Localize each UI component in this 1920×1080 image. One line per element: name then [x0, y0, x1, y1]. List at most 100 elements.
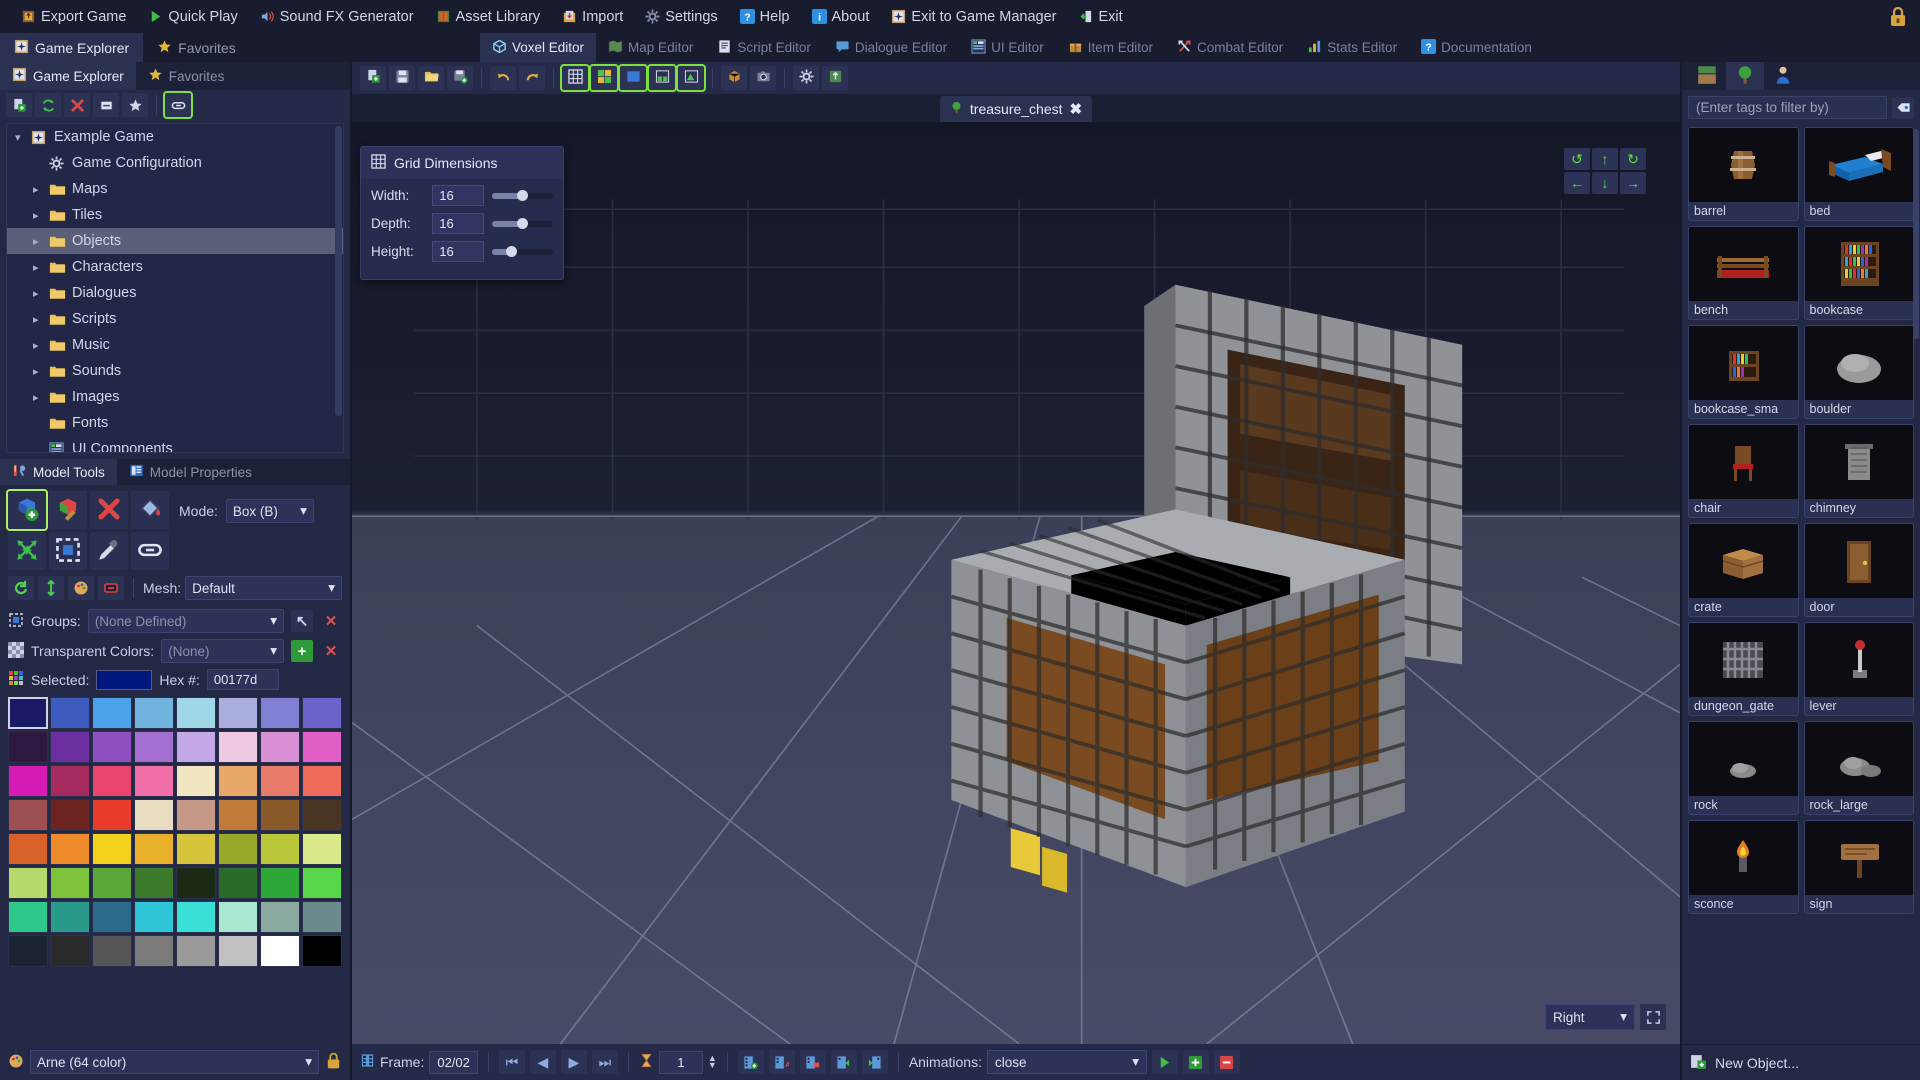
toggle-grid-button[interactable]	[560, 64, 590, 92]
tab-objects[interactable]	[1726, 62, 1764, 90]
asset-card-boulder[interactable]: boulder	[1803, 325, 1914, 419]
asset-scrollbar[interactable]	[1913, 129, 1919, 339]
palette-swatch[interactable]	[50, 833, 90, 865]
asset-card-rock_large[interactable]: rock_large	[1803, 721, 1914, 815]
palette-swatch[interactable]	[176, 731, 216, 763]
grid-dimension-slider[interactable]	[491, 217, 553, 229]
asset-card-barrel[interactable]: barrel	[1688, 127, 1799, 221]
palette-swatch[interactable]	[260, 901, 300, 933]
tab-script-editor[interactable]: Script Editor	[705, 33, 823, 62]
toggle-axis-button[interactable]	[589, 64, 619, 92]
play-animation-button[interactable]	[1151, 1050, 1178, 1074]
remove-button[interactable]	[98, 576, 124, 600]
duplicate-frame-button[interactable]: A	[768, 1050, 795, 1074]
asset-card-dungeon_gate[interactable]: dungeon_gate	[1688, 622, 1799, 716]
palette-swatch[interactable]	[260, 867, 300, 899]
palette-swatch[interactable]	[218, 867, 258, 899]
palette-swatch[interactable]	[302, 935, 342, 967]
game-explorer-tree[interactable]: ▾ Example Game Game Configuration ▸ Maps ▸ Til…	[6, 123, 344, 453]
group-pick-button[interactable]: ↖	[291, 610, 313, 632]
tab-documentation[interactable]: ? Documentation	[1409, 33, 1544, 62]
palette-swatch[interactable]	[92, 901, 132, 933]
open-model-button[interactable]	[418, 66, 444, 90]
add-frame-button[interactable]	[737, 1050, 764, 1074]
palette-swatch[interactable]	[92, 697, 132, 729]
delete-button[interactable]	[64, 93, 90, 117]
reposition-button[interactable]	[38, 576, 64, 600]
tag-icon[interactable]	[1892, 96, 1914, 119]
tree-item-game-configuration[interactable]: Game Configuration	[7, 150, 343, 176]
move-frame-right-button[interactable]	[861, 1050, 888, 1074]
palette-swatch[interactable]	[260, 731, 300, 763]
palette-swatch[interactable]	[176, 867, 216, 899]
asset-card-sign[interactable]: sign	[1803, 820, 1914, 914]
asset-card-rock[interactable]: rock	[1688, 721, 1799, 815]
collapse-button[interactable]	[93, 93, 119, 117]
paint-voxel-tool[interactable]	[49, 491, 87, 529]
tree-scrollbar[interactable]	[335, 126, 342, 416]
add-transparent-color-button[interactable]: +	[291, 640, 313, 662]
palette-swatch[interactable]	[134, 935, 174, 967]
selected-color-swatch[interactable]	[96, 669, 153, 690]
palette-swatch[interactable]	[134, 901, 174, 933]
delete-voxel-tool[interactable]	[90, 491, 128, 529]
palette-swatch[interactable]	[302, 867, 342, 899]
rotate-left-button[interactable]: ↺	[1564, 148, 1590, 170]
eyedropper-tool[interactable]	[90, 532, 128, 570]
palette-swatch[interactable]	[134, 731, 174, 763]
tab-combat-editor[interactable]: Combat Editor	[1165, 33, 1295, 62]
chevron-right-icon[interactable]: ▸	[33, 287, 43, 300]
groups-select[interactable]: (None Defined) ▾	[87, 609, 284, 633]
palette-swatch[interactable]	[50, 799, 90, 831]
frame-duration-value[interactable]: 1	[658, 1050, 703, 1074]
move-frame-left-button[interactable]	[830, 1050, 857, 1074]
tab-voxel-editor[interactable]: Voxel Editor	[480, 33, 597, 62]
palette-swatch[interactable]	[176, 697, 216, 729]
chevron-right-icon[interactable]: ▸	[33, 235, 43, 248]
rotate-button[interactable]	[8, 576, 34, 600]
add-animation-button[interactable]	[1182, 1050, 1209, 1074]
frame-value[interactable]: 02/02	[429, 1050, 478, 1074]
tab-item-editor[interactable]: Item Editor	[1056, 33, 1165, 62]
palette-swatch[interactable]	[260, 935, 300, 967]
pan-right-button[interactable]: →	[1620, 172, 1646, 194]
tree-item-tiles[interactable]: ▸ Tiles	[7, 202, 343, 228]
palette-swatch[interactable]	[134, 799, 174, 831]
palette-swatch[interactable]	[92, 765, 132, 797]
last-frame-button[interactable]: ⏭	[591, 1050, 618, 1074]
chevron-right-icon[interactable]: ▸	[33, 365, 43, 378]
asset-card-bench[interactable]: bench	[1688, 226, 1799, 320]
palette-swatch[interactable]	[302, 799, 342, 831]
palette-select[interactable]: Arne (64 color) ▾	[30, 1050, 319, 1074]
palette-swatch[interactable]	[302, 731, 342, 763]
undo-button[interactable]	[490, 66, 516, 90]
palette-swatch[interactable]	[92, 935, 132, 967]
tab-characters[interactable]	[1764, 62, 1802, 90]
remove-transparent-color-button[interactable]: ✕	[320, 640, 342, 662]
grid-dimension-value[interactable]: 16	[432, 213, 484, 234]
palette-swatch[interactable]	[8, 765, 48, 797]
link-tool[interactable]	[131, 532, 169, 570]
toggle-plane-button[interactable]	[618, 64, 648, 92]
palette-swatch[interactable]	[302, 697, 342, 729]
palette-swatch[interactable]	[260, 765, 300, 797]
mesh-select[interactable]: Default ▾	[185, 576, 342, 600]
palette-swatch[interactable]	[218, 697, 258, 729]
add-voxel-tool[interactable]	[6, 489, 48, 531]
link-button[interactable]	[163, 91, 193, 119]
duration-stepper[interactable]: ▲ ▼	[708, 1054, 717, 1070]
new-model-button[interactable]	[360, 66, 386, 90]
fill-tool[interactable]	[131, 491, 169, 529]
close-icon[interactable]: ✖	[1070, 100, 1083, 118]
palette-swatch[interactable]	[260, 833, 300, 865]
palette-swatch[interactable]	[260, 697, 300, 729]
menu-item-sound-fx-generator[interactable]: Sound FX Generator	[249, 5, 425, 29]
asset-card-bookcase_sma[interactable]: bookcase_sma	[1688, 325, 1799, 419]
explorer-tab-game-explorer[interactable]: Game Explorer	[0, 62, 136, 90]
chevron-right-icon[interactable]: ▸	[33, 209, 43, 222]
palette-swatch[interactable]	[50, 867, 90, 899]
palette-swatch[interactable]	[134, 765, 174, 797]
mode-select[interactable]: Box (B) ▾	[225, 499, 314, 523]
menu-item-about[interactable]: i About	[801, 5, 881, 29]
menu-item-asset-library[interactable]: Asset Library	[425, 5, 552, 29]
